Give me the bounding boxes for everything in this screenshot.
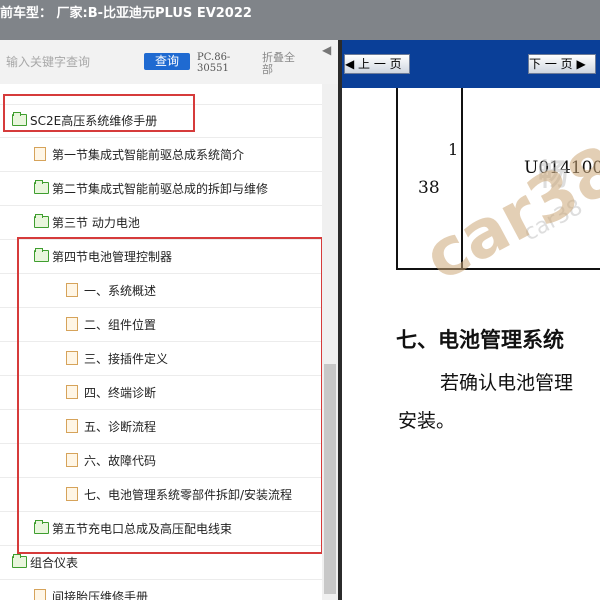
tree-item-tpms-manual[interactable]: 间接胎压维修手册 <box>0 580 322 600</box>
section-heading: 七、电池管理系统 <box>396 327 564 352</box>
folder-open-icon <box>12 554 27 568</box>
title-bar: 前车型： 厂家:B-比亚迪元PLUS EV2022 <box>0 0 600 40</box>
collapse-panel-icon[interactable]: ◀ <box>322 43 331 57</box>
pc-code: PC.86-30551 <box>197 52 231 74</box>
tree-item-section-1[interactable]: 第一节集成式智能前驱总成系统简介 <box>0 138 322 172</box>
vehicle-model-title: 前车型： 厂家:B-比亚迪元PLUS EV2022 <box>0 6 252 21</box>
document-page: 1 38 U014100 畅 car38 car388 七、电池管理系统 若确认… <box>342 88 600 600</box>
previous-page-button[interactable]: ◀ 上 一 页 <box>344 54 410 74</box>
document-icon <box>34 147 46 161</box>
scrollbar-thumb[interactable] <box>324 364 336 594</box>
query-button[interactable]: 查询 <box>144 53 190 70</box>
tree-item-label: 第二节集成式智能前驱总成的拆卸与维修 <box>52 182 269 196</box>
document-icon <box>34 589 46 600</box>
highlight-box-bms-section <box>17 237 322 554</box>
table-cell: 1 <box>448 140 459 159</box>
search-input[interactable] <box>4 50 142 74</box>
search-row: 查询 PC.86-30551 折叠全部 ◀ <box>0 40 340 84</box>
catalog-panel: 查询 PC.86-30551 折叠全部 ◀ SC2E高压系统维修手册 第一节集成… <box>0 40 340 600</box>
paragraph-line: 安装。 <box>398 410 456 432</box>
table-cell: 38 <box>418 178 440 198</box>
highlight-box-manual <box>3 94 195 132</box>
next-page-button[interactable]: 下 一 页 ▶ <box>528 54 596 74</box>
paragraph-line: 若确认电池管理 <box>440 372 574 394</box>
tree-item-label: 间接胎压维修手册 <box>52 590 149 600</box>
tree-item-section-2[interactable]: 第二节集成式智能前驱总成的拆卸与维修 <box>0 172 322 206</box>
tree-item-label: 第三节 动力电池 <box>52 216 140 230</box>
folder-open-icon <box>34 214 49 228</box>
tree-item-label: 第一节集成式智能前驱总成系统简介 <box>52 148 245 162</box>
tree-item-label: 组合仪表 <box>30 556 79 570</box>
folder-open-icon <box>34 180 49 194</box>
collapse-all-button[interactable]: 折叠全部 <box>262 52 302 76</box>
catalog-tree: SC2E高压系统维修手册 第一节集成式智能前驱总成系统简介 第二节集成式智能前驱… <box>0 84 322 600</box>
tree-item-section-3[interactable]: 第三节 动力电池 <box>0 206 322 240</box>
document-viewer: ◀ 上 一 页 下 一 页 ▶ 1 38 U014100 畅 car38 car… <box>342 40 600 600</box>
page-navigation-bar: ◀ 上 一 页 下 一 页 ▶ <box>342 40 600 88</box>
